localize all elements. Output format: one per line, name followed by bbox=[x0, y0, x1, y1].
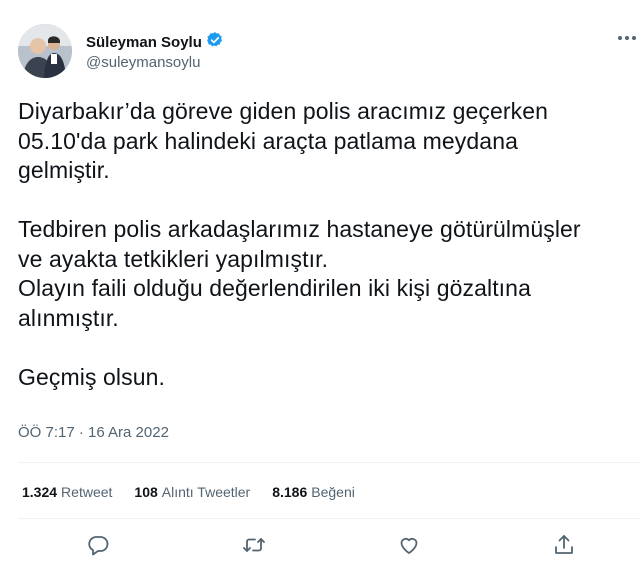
share-icon[interactable] bbox=[552, 533, 576, 557]
like-icon[interactable] bbox=[397, 533, 421, 557]
tweet-timestamp[interactable]: ÖÖ 7:17 · 16 Ara 2022 bbox=[18, 424, 169, 441]
retweet-icon[interactable] bbox=[242, 533, 266, 557]
author-name[interactable]: Süleyman Soylu bbox=[86, 34, 202, 51]
author-handle[interactable]: @suleymansoylu bbox=[86, 54, 200, 71]
author-name-row[interactable]: Süleyman Soylu bbox=[86, 31, 224, 54]
like-count[interactable]: 8.186 Beğeni bbox=[272, 484, 355, 500]
tweet-line: Olayın faili olduğu değerlendirilen iki … bbox=[18, 275, 531, 301]
tweet-card: Süleyman Soylu @suleymansoylu Diyarbakır… bbox=[0, 0, 640, 566]
more-options-icon[interactable] bbox=[618, 36, 636, 40]
verified-badge-icon bbox=[206, 31, 224, 54]
avatar[interactable] bbox=[18, 24, 72, 78]
tweet-line: Geçmiş olsun. bbox=[18, 363, 166, 390]
divider bbox=[18, 518, 640, 519]
retweet-count[interactable]: 1.324 Retweet bbox=[22, 484, 112, 500]
tweet-line: 05.10'da park halindeki araçta patlama m… bbox=[18, 127, 518, 154]
tweet-line: gelmiştir. bbox=[18, 157, 110, 183]
tweet-line: alınmıştır. bbox=[18, 304, 119, 331]
tweet-line: Tedbiren polis arkadaşlarımız hastaneye … bbox=[18, 216, 581, 242]
tweet-stats: 1.324 Retweet 108 Alıntı Tweetler 8.186 Beğ… bbox=[22, 484, 377, 500]
quote-count[interactable]: 108 Alıntı Tweetler bbox=[134, 484, 250, 500]
divider bbox=[18, 462, 640, 463]
reply-icon[interactable] bbox=[86, 533, 110, 557]
action-bar bbox=[0, 533, 640, 557]
tweet-text: Diyarbakır’da göreve giden polis aracımı… bbox=[18, 97, 633, 392]
tweet-line: Diyarbakır’da göreve giden polis aracımı… bbox=[18, 98, 549, 124]
tweet-line: ve ayakta tetkikleri yapılmıştır. bbox=[18, 245, 329, 272]
